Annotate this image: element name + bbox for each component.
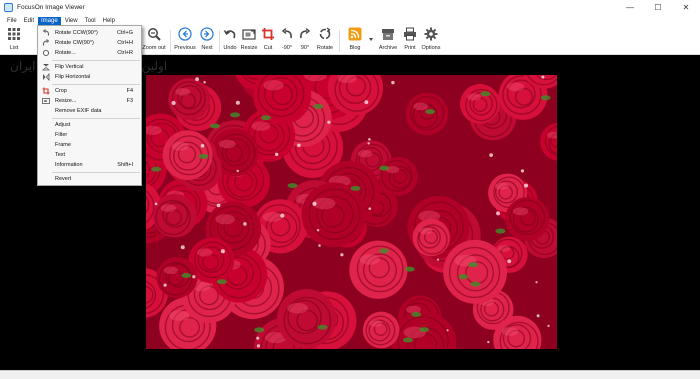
menu-separator [52, 118, 140, 119]
menu-flip-vertical[interactable]: Flip Vertical [38, 62, 141, 72]
menu-tool[interactable]: Tool [82, 17, 99, 25]
list-button[interactable]: List [0, 27, 28, 51]
gear-icon [424, 27, 438, 41]
zoom-out-label: Zoom out [142, 45, 166, 51]
menu-rotate-ccw[interactable]: Rotate CCW(90°) Ctrl+G [38, 28, 141, 38]
zoom-out-button[interactable]: Zoom out [140, 27, 168, 51]
menu-separator [52, 172, 140, 173]
menu-filter[interactable]: Filter [38, 130, 141, 140]
menu-adjust[interactable]: Adjust [38, 120, 141, 130]
menu-separator [52, 84, 140, 85]
menu-view[interactable]: View [62, 17, 81, 25]
rotate-label: Rotate [316, 45, 334, 51]
minimize-button[interactable]: — [616, 0, 644, 15]
rotate-right-icon [41, 39, 51, 47]
menu-separator [52, 60, 140, 61]
blog-label: Blog [349, 45, 361, 51]
menu-file[interactable]: File [4, 17, 20, 25]
menu-rotate-cw[interactable]: Rotate CW(90°) Ctrl+H [38, 38, 141, 48]
print-label: Print [404, 45, 416, 51]
menu-rotate[interactable]: Rotate... Ctrl+R [38, 48, 141, 58]
printer-icon [403, 27, 417, 41]
menu-text[interactable]: Text [38, 150, 141, 160]
archive-icon [381, 27, 395, 41]
menu-remove-exif[interactable]: Remove EXIF data [38, 106, 141, 116]
blog-dropdown-arrow-icon[interactable] [369, 38, 373, 41]
maximize-button[interactable]: ☐ [644, 0, 672, 15]
menu-help[interactable]: Help [100, 17, 118, 25]
toolbar-separator [339, 30, 340, 52]
zoom-out-icon [147, 27, 161, 41]
list-label: List [9, 45, 19, 51]
roses-image [146, 75, 557, 349]
close-button[interactable]: ✕ [672, 0, 700, 15]
menu-crop[interactable]: Crop F4 [38, 86, 141, 96]
options-button[interactable]: Options [417, 27, 445, 51]
flip-horizontal-icon [41, 73, 51, 81]
rotate-icon [318, 27, 332, 41]
arrow-left-icon [178, 27, 192, 41]
flip-vertical-icon [41, 63, 51, 71]
rotate-icon [41, 49, 51, 57]
menu-edit[interactable]: Edit [21, 17, 37, 25]
window-controls: — ☐ ✕ [616, 0, 700, 15]
rss-icon [348, 27, 362, 41]
app-window: FocusOn Image Viewer — ☐ ✕ File Edit Ima… [0, 0, 700, 379]
menu-revert[interactable]: Revert [38, 174, 141, 184]
rotate-left-icon [41, 29, 51, 37]
title-bar: FocusOn Image Viewer — ☐ ✕ [0, 0, 700, 15]
image-menu-dropdown: Rotate CCW(90°) Ctrl+G Rotate CW(90°) Ct… [37, 25, 142, 186]
cut-label: Cut [263, 45, 273, 51]
grid-icon [7, 27, 21, 41]
blog-button[interactable]: Blog [341, 27, 369, 51]
resize-icon [41, 97, 51, 105]
app-icon [4, 3, 13, 12]
menu-information[interactable]: Information Shift+I [38, 160, 141, 170]
archive-label: Archive [378, 45, 398, 51]
rotate-cw-label: 90° [300, 45, 310, 51]
status-bar [0, 370, 700, 379]
menu-flip-horizontal[interactable]: Flip Horizontal [38, 72, 141, 82]
menu-resize[interactable]: Resize... F3 [38, 96, 141, 106]
next-label: Next [201, 45, 213, 51]
arrow-right-icon [200, 27, 214, 41]
window-title: FocusOn Image Viewer [17, 4, 85, 11]
menu-image[interactable]: Image [38, 16, 61, 25]
rotate-button[interactable]: Rotate [311, 27, 339, 51]
rose-photo[interactable] [146, 75, 557, 349]
menu-frame[interactable]: Frame [38, 140, 141, 150]
crop-icon [41, 87, 51, 95]
rotate-right-icon [298, 27, 312, 41]
options-label: Options [421, 45, 441, 51]
